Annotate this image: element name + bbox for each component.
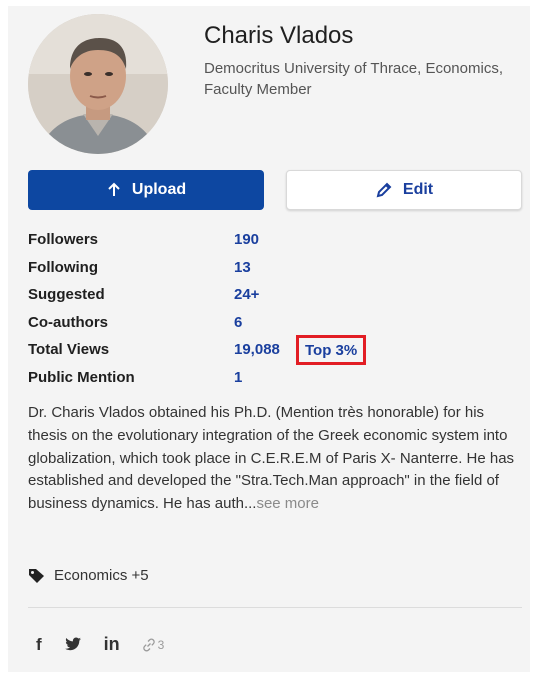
- stat-row-coauthors[interactable]: Co-authors 6: [28, 311, 508, 339]
- stat-value[interactable]: 13: [234, 259, 251, 276]
- upload-button[interactable]: Upload: [28, 170, 264, 210]
- avatar[interactable]: [28, 14, 168, 154]
- stat-value[interactable]: 190: [234, 231, 259, 248]
- stats-list: Followers 190 Following 13 Suggested 24+…: [28, 228, 508, 394]
- stat-value[interactable]: 6: [234, 314, 242, 331]
- stat-value[interactable]: 19,088: [234, 341, 280, 358]
- stat-label: Suggested: [28, 286, 105, 304]
- stat-row-suggested[interactable]: Suggested 24+: [28, 283, 508, 311]
- stat-value[interactable]: 1: [234, 369, 242, 386]
- stat-label: Co-authors: [28, 313, 108, 331]
- stat-value[interactable]: 24+: [234, 286, 259, 303]
- upload-button-label: Upload: [131, 181, 187, 198]
- arrow-up-icon: [106, 182, 122, 198]
- twitter-icon[interactable]: [64, 637, 82, 652]
- stat-label: Total Views: [28, 341, 110, 359]
- stat-row-followers[interactable]: Followers 190: [28, 228, 508, 256]
- links-icon[interactable]: 3: [142, 637, 165, 652]
- stat-row-total-views[interactable]: Total Views 19,088 Top 3%: [28, 335, 508, 366]
- topics-label: Economics +5: [54, 567, 149, 584]
- research-interests[interactable]: Economics +5: [28, 567, 149, 584]
- social-links: f in 3: [36, 634, 186, 655]
- tag-icon: [28, 568, 46, 584]
- profile-affiliation[interactable]: Democritus University of Thrace, Economi…: [204, 58, 504, 100]
- top-percent-badge[interactable]: Top 3%: [296, 335, 367, 366]
- divider: [28, 607, 522, 608]
- see-more-link[interactable]: see more: [256, 495, 319, 512]
- edit-button-label: Edit: [402, 181, 434, 198]
- facebook-icon[interactable]: f: [36, 635, 42, 655]
- linkedin-icon[interactable]: in: [104, 634, 120, 655]
- stat-label: Following: [28, 258, 98, 276]
- edit-button[interactable]: Edit: [286, 170, 522, 210]
- stat-label: Followers: [28, 231, 99, 248]
- stat-label: Public Mention: [28, 368, 135, 386]
- links-count: 3: [157, 637, 165, 652]
- profile-name: Charis Vlados: [204, 22, 354, 49]
- bio-text: Dr. Charis Vlados obtained his Ph.D. (Me…: [28, 402, 524, 516]
- profile-card: Charis Vlados Democritus University of T…: [8, 6, 530, 672]
- stat-row-following[interactable]: Following 13: [28, 256, 508, 284]
- stat-row-public-mention[interactable]: Public Mention 1: [28, 366, 508, 394]
- pencil-icon: [375, 181, 393, 199]
